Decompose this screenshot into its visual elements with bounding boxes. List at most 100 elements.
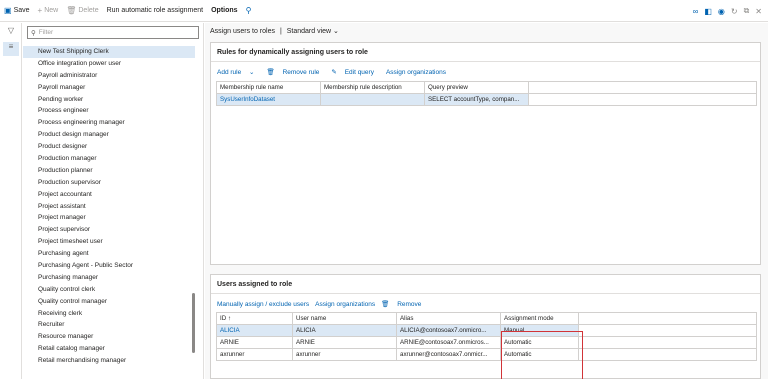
- users-section: Users assigned to role Manually assign /…: [210, 274, 761, 379]
- users-grid: ID ↑ User name Alias Assignment mode ALI…: [216, 312, 757, 361]
- search-icon: ⚲: [31, 29, 36, 37]
- filter-placeholder: Filter: [38, 29, 54, 36]
- rules-actions: Add rule ⌄ 🗑 Remove rule ✎ Edit query As…: [211, 65, 760, 79]
- users-actions: Manually assign / exclude users Assign o…: [211, 297, 760, 311]
- table-cell[interactable]: ALICIA: [216, 324, 293, 337]
- table-cell[interactable]: ALICIA: [292, 324, 397, 337]
- list-item[interactable]: Quality control clerk: [23, 284, 195, 296]
- list-item[interactable]: Project accountant: [23, 189, 195, 201]
- action-pane: ▣ Save + New 🗑 Delete Run automatic role…: [0, 0, 768, 22]
- rules-grid: Membership rule name Membership rule des…: [216, 81, 757, 106]
- remove-user-button[interactable]: 🗑 Remove: [381, 300, 427, 308]
- column-header[interactable]: Assignment mode: [500, 312, 579, 325]
- options-tab[interactable]: Options: [211, 0, 237, 22]
- table-cell[interactable]: [320, 93, 425, 106]
- list-item[interactable]: Payroll administrator: [23, 70, 195, 82]
- manual-assign-button[interactable]: Manually assign / exclude users: [217, 301, 309, 308]
- column-header[interactable]: Membership rule name: [216, 81, 321, 94]
- list-item[interactable]: Production manager: [23, 153, 195, 165]
- close-icon[interactable]: ✕: [755, 7, 762, 16]
- list-item[interactable]: Project timesheet user: [23, 236, 195, 248]
- list-icon[interactable]: ≡: [3, 42, 19, 56]
- list-item[interactable]: Project assistant: [23, 201, 195, 213]
- list-item[interactable]: Resource manager: [23, 331, 195, 343]
- table-cell[interactable]: ARNIE: [292, 336, 397, 349]
- assign-orgs-button[interactable]: Assign organizations: [386, 69, 446, 76]
- list-item[interactable]: Purchasing agent: [23, 248, 195, 260]
- trash-icon: 🗑: [381, 301, 390, 308]
- sort-ascending-icon: ↑: [227, 315, 232, 322]
- new-button[interactable]: + New: [38, 0, 59, 22]
- table-cell[interactable]: ARNIE: [216, 336, 293, 349]
- list-item[interactable]: Process engineer: [23, 105, 195, 117]
- left-rail: ▽ ≡: [0, 23, 22, 379]
- list-item[interactable]: Office integration power user: [23, 58, 195, 70]
- list-item[interactable]: Pending worker: [23, 94, 195, 106]
- column-header[interactable]: Alias: [396, 312, 501, 325]
- table-cell[interactable]: ALICIA@contosoax7.onmicro...: [396, 324, 501, 337]
- table-row[interactable]: SysUserInfoDataset SELECT accountType, c…: [216, 93, 757, 106]
- table-cell[interactable]: SysUserInfoDataset: [216, 93, 321, 106]
- popout-icon[interactable]: ⧉: [744, 6, 750, 16]
- save-button[interactable]: ▣ Save: [4, 0, 30, 22]
- trash-icon: 🗑: [66, 6, 77, 15]
- search-button[interactable]: ⚲: [246, 0, 254, 22]
- list-item[interactable]: Quality control manager: [23, 296, 195, 308]
- chevron-down-icon: ⌄: [249, 69, 255, 76]
- remove-rule-button[interactable]: 🗑 Remove rule: [266, 68, 325, 76]
- save-label: Save: [13, 7, 30, 14]
- add-rule-button[interactable]: Add rule ⌄: [217, 68, 260, 76]
- filter-icon[interactable]: ▽: [3, 26, 19, 40]
- list-item[interactable]: Receiving clerk: [23, 308, 195, 320]
- column-header[interactable]: Membership rule description: [320, 81, 425, 94]
- run-assignment-button[interactable]: Run automatic role assignment: [107, 0, 204, 22]
- breadcrumb: Assign users to roles | Standard view ⌄: [210, 27, 339, 35]
- attachment-icon[interactable]: ◉: [718, 7, 725, 16]
- column-header[interactable]: ID ↑: [216, 312, 293, 325]
- table-cell[interactable]: axrunner: [216, 348, 293, 361]
- table-row[interactable]: ARNIE ARNIE ARNIE@contosoax7.onmicros...…: [216, 336, 757, 349]
- refresh-icon[interactable]: ↻: [731, 7, 738, 16]
- new-label: New: [44, 7, 59, 14]
- table-cell[interactable]: ARNIE@contosoax7.onmicros...: [396, 336, 501, 349]
- list-item[interactable]: Project supervisor: [23, 224, 195, 236]
- options-label: Options: [211, 7, 238, 14]
- list-item[interactable]: Recruiter: [23, 319, 195, 331]
- table-cell[interactable]: axrunner@contosoax7.onmicr...: [396, 348, 501, 361]
- rules-section: Rules for dynamically assigning users to…: [210, 42, 761, 265]
- scroll-thumb[interactable]: [192, 293, 195, 353]
- list-item[interactable]: Production supervisor: [23, 177, 195, 189]
- delete-button[interactable]: 🗑 Delete: [66, 0, 98, 22]
- column-header: [528, 81, 757, 94]
- page-title: Assign users to roles: [210, 28, 275, 35]
- list-item[interactable]: Project manager: [23, 212, 195, 224]
- assign-orgs-button[interactable]: Assign organizations: [315, 301, 375, 308]
- plus-icon: +: [37, 6, 43, 15]
- office-icon[interactable]: ◧: [704, 7, 712, 16]
- list-item[interactable]: Product designer: [23, 141, 195, 153]
- breadcrumb-separator: |: [279, 28, 282, 35]
- table-cell[interactable]: SELECT accountType, compan...: [424, 93, 529, 106]
- column-header[interactable]: User name: [292, 312, 397, 325]
- column-header[interactable]: Query preview: [424, 81, 529, 94]
- view-selector[interactable]: Standard view: [287, 28, 331, 35]
- list-item[interactable]: Production planner: [23, 165, 195, 177]
- filter-input[interactable]: ⚲ Filter: [27, 26, 199, 39]
- assignment-mode-highlight: [501, 331, 583, 379]
- table-row[interactable]: axrunner axrunner axrunner@contosoax7.on…: [216, 348, 757, 361]
- edit-query-button[interactable]: ✎ Edit query: [331, 68, 380, 76]
- chevron-down-icon[interactable]: ⌄: [333, 28, 339, 35]
- list-scrollbar[interactable]: [191, 48, 196, 378]
- list-item[interactable]: Purchasing Agent - Public Sector: [23, 260, 195, 272]
- list-item[interactable]: Process engineering manager: [23, 117, 195, 129]
- list-item[interactable]: Product design manager: [23, 129, 195, 141]
- rules-title: Rules for dynamically assigning users to…: [211, 43, 760, 62]
- list-item[interactable]: New Test Shipping Clerk: [23, 46, 195, 58]
- list-item[interactable]: Retail catalog manager: [23, 343, 195, 355]
- list-item[interactable]: Payroll manager: [23, 82, 195, 94]
- table-cell[interactable]: axrunner: [292, 348, 397, 361]
- table-row[interactable]: ALICIA ALICIA ALICIA@contosoax7.onmicro.…: [216, 324, 757, 337]
- link-icon[interactable]: ∞: [693, 7, 699, 16]
- list-item[interactable]: Purchasing manager: [23, 272, 195, 284]
- list-item[interactable]: Retail merchandising manager: [23, 355, 195, 367]
